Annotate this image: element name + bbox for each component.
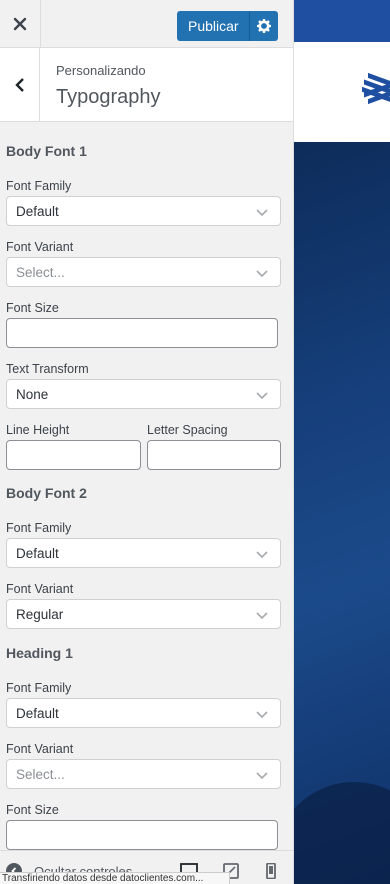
heading-1-size-input[interactable] bbox=[6, 820, 278, 850]
font-size-label: Font Size bbox=[6, 803, 59, 817]
select-placeholder: Select... bbox=[16, 767, 65, 782]
gear-icon[interactable] bbox=[256, 18, 272, 34]
heading-1-title: Heading 1 bbox=[6, 645, 73, 661]
letter-spacing-label: Letter Spacing bbox=[147, 423, 228, 437]
mobile-preview-icon[interactable] bbox=[262, 863, 280, 879]
text-transform-label: Text Transform bbox=[6, 362, 89, 376]
chevron-down-icon bbox=[256, 612, 268, 620]
select-value: None bbox=[16, 387, 49, 402]
body-font-1-title: Body Font 1 bbox=[6, 143, 87, 159]
site-logo-icon bbox=[362, 72, 390, 105]
section-title: Typography bbox=[56, 86, 161, 108]
select-placeholder: Select... bbox=[16, 265, 65, 280]
body-font-2-family-select[interactable]: Default bbox=[6, 538, 281, 568]
letter-spacing-input[interactable] bbox=[147, 440, 281, 470]
chevron-down-icon bbox=[256, 209, 268, 217]
chevron-down-icon bbox=[256, 270, 268, 278]
chevron-down-icon bbox=[256, 392, 268, 400]
back-button[interactable] bbox=[0, 48, 40, 122]
chevron-down-icon bbox=[256, 772, 268, 780]
select-value: Default bbox=[16, 204, 59, 219]
heading-1-variant-select[interactable]: Select... bbox=[6, 759, 281, 789]
site-preview[interactable] bbox=[294, 0, 390, 884]
select-value: Regular bbox=[16, 607, 64, 622]
customizer-sidebar: Publicar Personalizando Typography Body … bbox=[0, 0, 294, 884]
font-size-label: Font Size bbox=[6, 301, 59, 315]
font-family-label: Font Family bbox=[6, 179, 72, 193]
publish-divider bbox=[249, 11, 250, 41]
browser-status-bar: Transfiriendo datos desde datoclientes.c… bbox=[0, 872, 230, 884]
body-font-2-title: Body Font 2 bbox=[6, 485, 87, 501]
select-value: Default bbox=[16, 546, 59, 561]
body-font-2-variant-select[interactable]: Regular bbox=[6, 599, 281, 629]
font-variant-label: Font Variant bbox=[6, 240, 74, 254]
heading-1-family-select[interactable]: Default bbox=[6, 698, 281, 728]
line-height-label: Line Height bbox=[6, 423, 70, 437]
chevron-left-icon bbox=[14, 78, 24, 92]
close-icon bbox=[13, 17, 27, 31]
font-family-label: Font Family bbox=[6, 521, 72, 535]
body-font-1-family-select[interactable]: Default bbox=[6, 196, 281, 226]
body-font-1-variant-select[interactable]: Select... bbox=[6, 257, 281, 287]
font-variant-label: Font Variant bbox=[6, 582, 74, 596]
section-header: Personalizando Typography bbox=[0, 48, 293, 122]
body-font-1-transform-select[interactable]: None bbox=[6, 379, 281, 409]
section-subtitle: Personalizando bbox=[56, 63, 146, 78]
preview-top-bar bbox=[294, 0, 390, 42]
font-variant-label: Font Variant bbox=[6, 742, 74, 756]
chevron-down-icon bbox=[256, 711, 268, 719]
line-height-input[interactable] bbox=[6, 440, 141, 470]
body-font-1-size-input[interactable] bbox=[6, 318, 278, 348]
chevron-down-icon bbox=[256, 551, 268, 559]
publish-button[interactable]: Publicar bbox=[177, 11, 278, 41]
publish-label: Publicar bbox=[188, 18, 239, 34]
preview-hero-image bbox=[294, 142, 390, 884]
customizer-header: Publicar bbox=[0, 0, 293, 48]
select-value: Default bbox=[16, 706, 59, 721]
close-button[interactable] bbox=[0, 0, 41, 48]
font-family-label: Font Family bbox=[6, 681, 72, 695]
